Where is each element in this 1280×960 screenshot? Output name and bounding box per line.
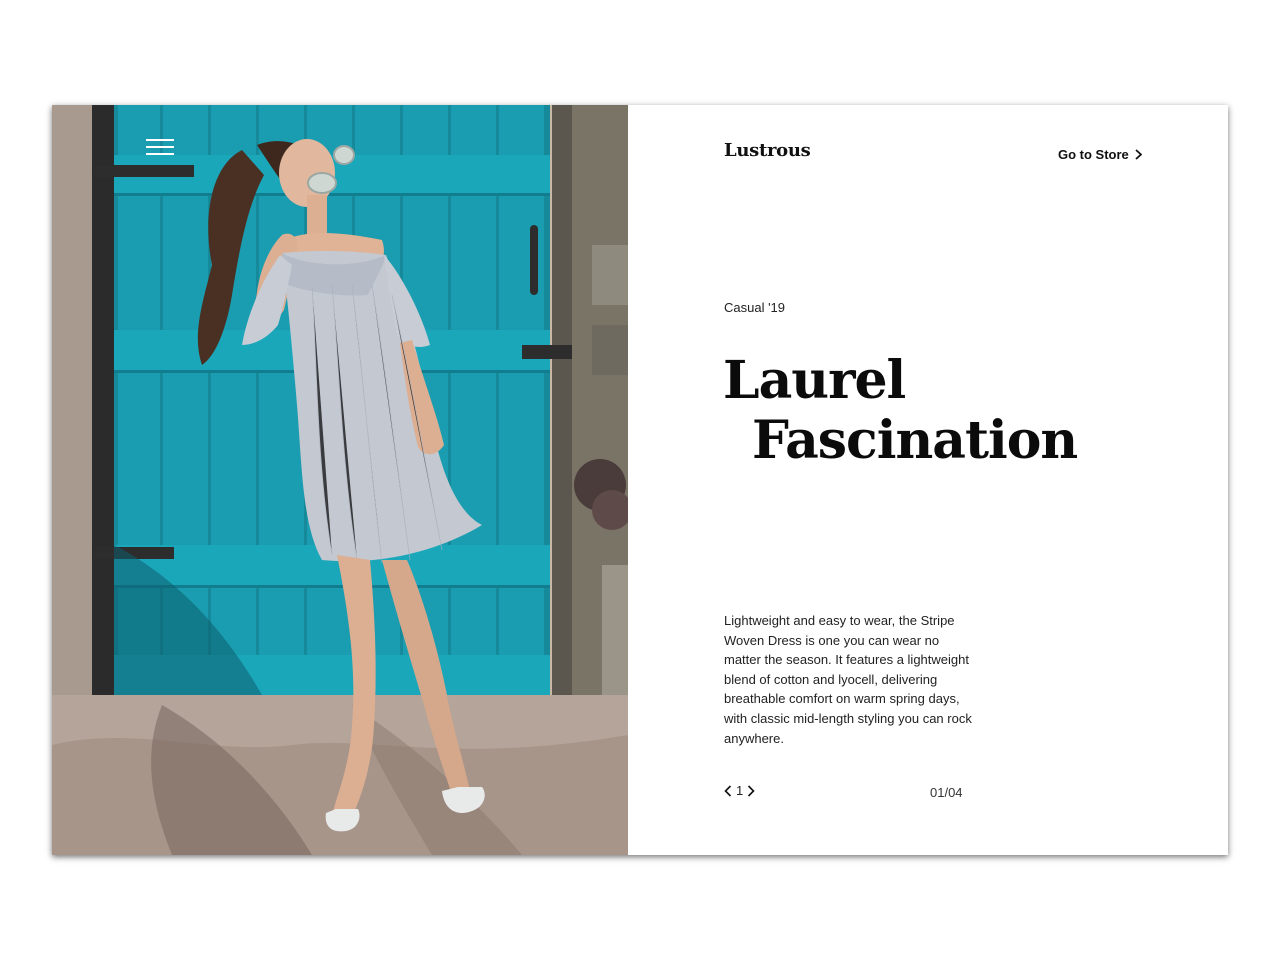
hero-photo-illustration — [52, 105, 628, 855]
brand-logo[interactable]: Lustrous — [724, 140, 811, 161]
product-title-line-2: Fascination — [752, 410, 1078, 471]
go-to-store-label: Go to Store — [1058, 147, 1129, 162]
hamburger-menu-icon[interactable] — [146, 139, 174, 155]
slide-pager: 1 — [724, 783, 755, 798]
go-to-store-link[interactable]: Go to Store — [1058, 147, 1142, 162]
chevron-left-icon[interactable] — [724, 784, 732, 797]
chevron-right-icon[interactable] — [747, 784, 755, 797]
current-slide-number: 1 — [736, 783, 744, 798]
slide-counter: 01/04 — [930, 785, 963, 800]
menu-line — [146, 153, 174, 155]
menu-line — [146, 146, 174, 148]
hero-image — [52, 105, 628, 855]
product-title-line-1: Laurel — [723, 350, 906, 411]
chevron-right-icon — [1135, 149, 1142, 160]
product-description: Lightweight and easy to wear, the Stripe… — [724, 613, 972, 746]
product-card: Lustrous Go to Store Casual '19 Laurel F… — [52, 105, 1228, 855]
collection-season: Casual '19 — [724, 300, 786, 315]
menu-line — [146, 139, 174, 141]
content-panel: Lustrous Go to Store Casual '19 Laurel F… — [628, 105, 1228, 855]
